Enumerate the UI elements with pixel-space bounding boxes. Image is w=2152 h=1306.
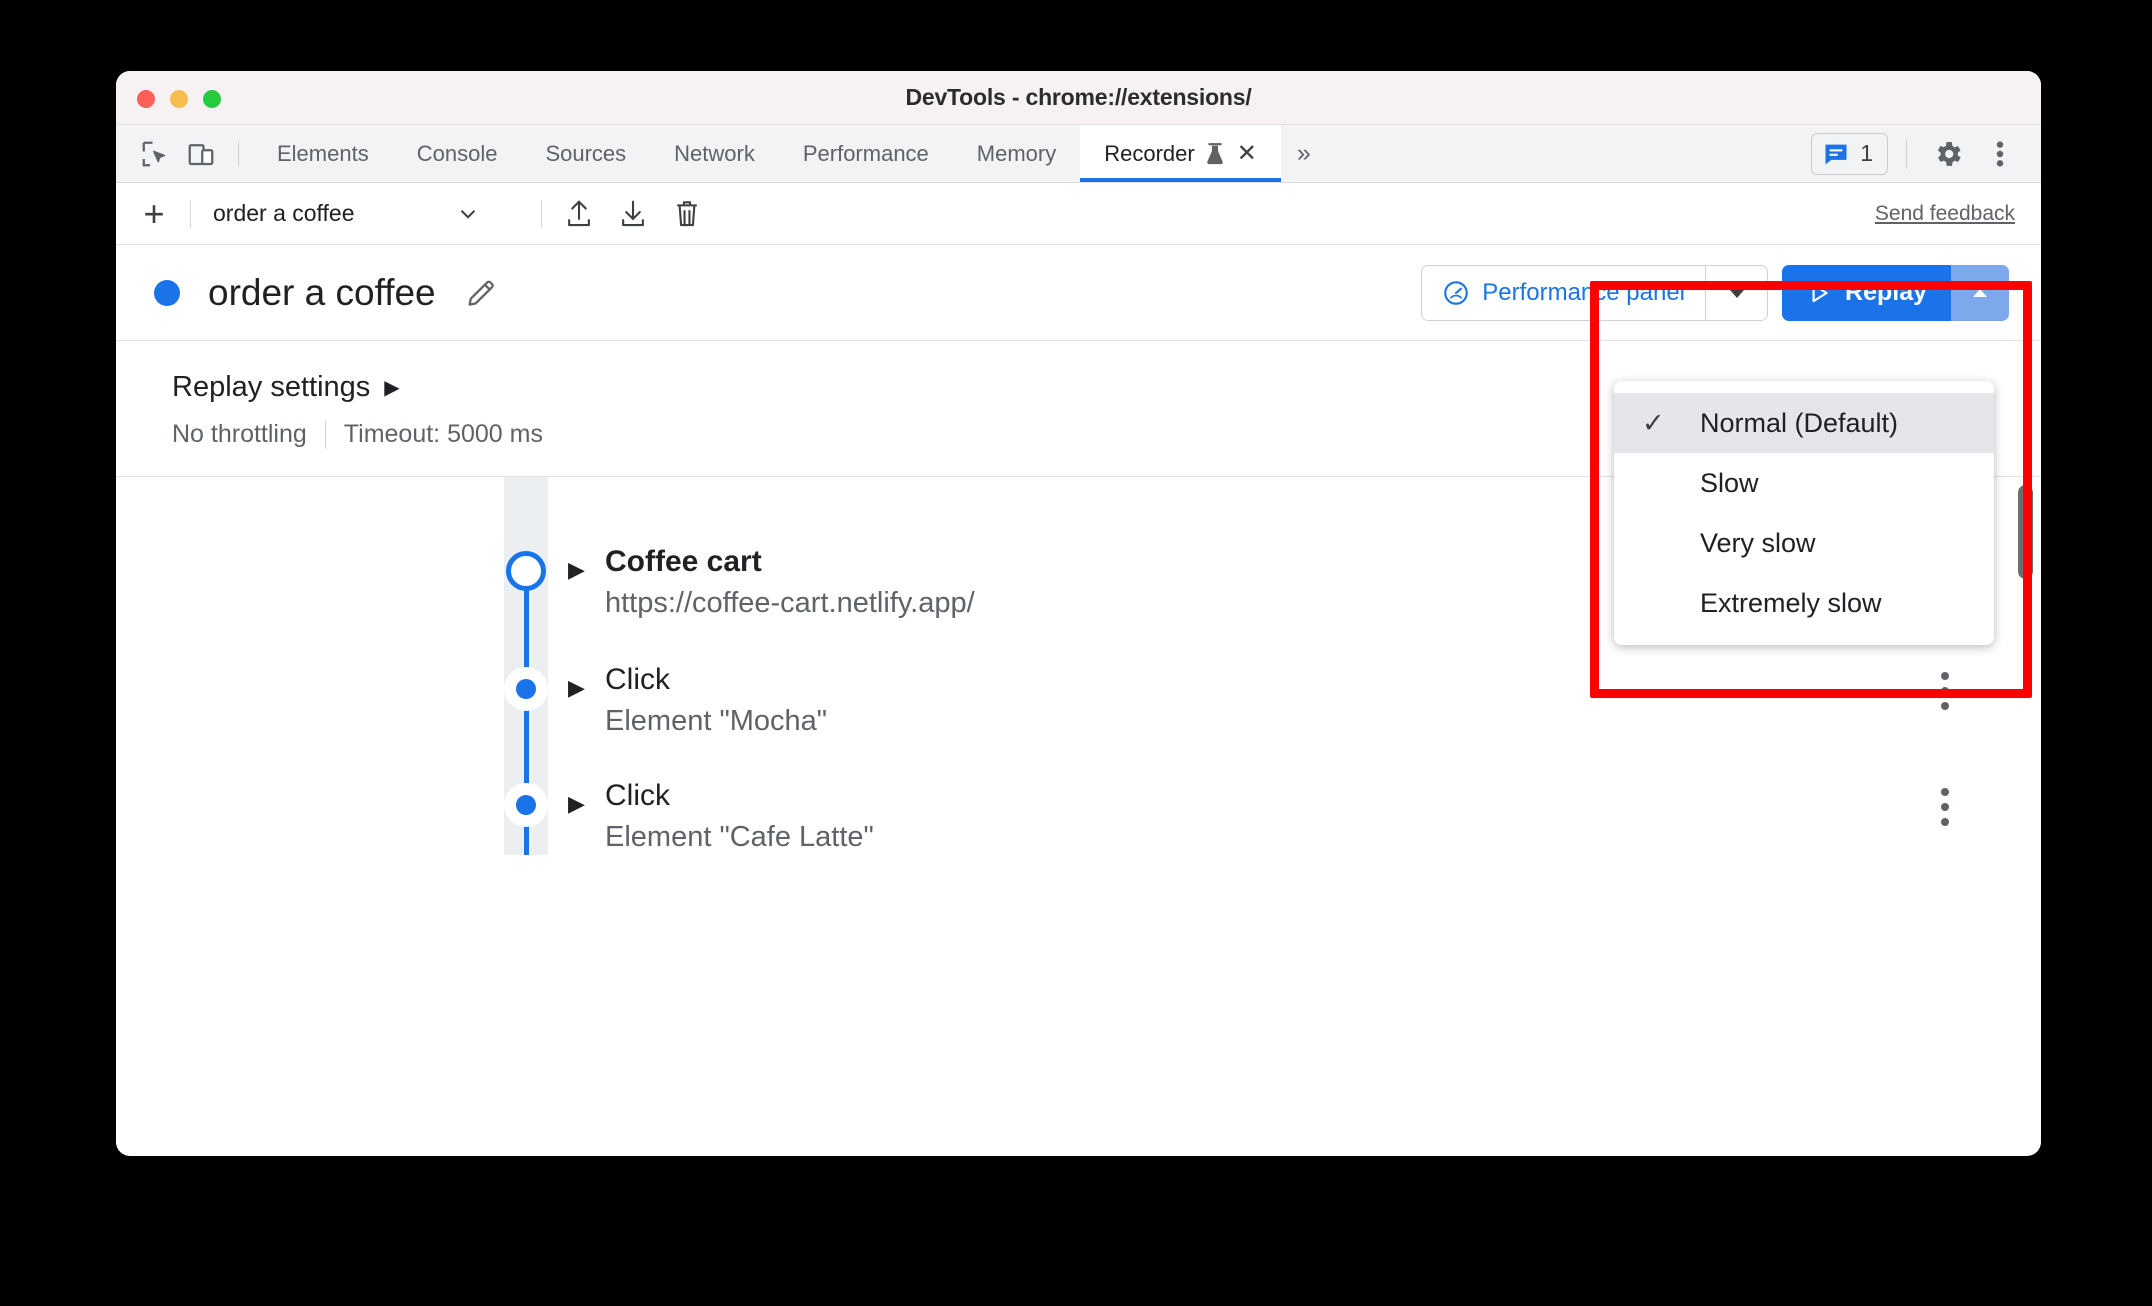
window-title: DevTools - chrome://extensions/ xyxy=(905,84,1252,110)
step-subtitle: Element "Mocha" xyxy=(605,705,828,737)
replay-speed-menu: ✓ Normal (Default) Slow Very slow Extrem… xyxy=(1614,381,1994,645)
gear-icon[interactable] xyxy=(1925,131,1971,177)
step-content: Click Element "Mocha" xyxy=(605,663,827,738)
step-marker-dot xyxy=(504,783,548,827)
tab-label: Recorder xyxy=(1104,140,1195,166)
trash-icon[interactable] xyxy=(660,190,714,238)
performance-panel-group: Performance panel xyxy=(1421,264,1769,321)
tab-console[interactable]: Console xyxy=(393,125,522,182)
step-subtitle: https://coffee-cart.netlify.app/ xyxy=(605,587,975,619)
tab-memory[interactable]: Memory xyxy=(953,125,1080,182)
pencil-icon[interactable] xyxy=(458,270,504,316)
tabbar-right-divider xyxy=(1906,138,1907,169)
performance-panel-button[interactable]: Performance panel xyxy=(1422,266,1705,320)
page-title: order a coffee xyxy=(208,271,436,313)
toolbar-divider xyxy=(541,199,542,228)
status-badge xyxy=(154,279,180,306)
recording-selector-label: order a coffee xyxy=(213,200,355,226)
devtools-tabbar: Elements Console Sources Network Perform… xyxy=(116,125,2041,183)
tab-label: Memory xyxy=(976,140,1057,166)
message-icon xyxy=(1822,140,1850,168)
check-icon: ✓ xyxy=(1642,407,1665,438)
speed-menu-item-label: Slow xyxy=(1700,467,1759,498)
header-actions: Performance panel Replay xyxy=(1421,264,2009,321)
step-content: Click Element "Cafe Latte" xyxy=(605,779,874,854)
recorder-toolbar: + order a coffee Send feedback xyxy=(116,183,2041,245)
replay-speed-dropdown-button[interactable] xyxy=(1951,264,2009,321)
step-marker-start xyxy=(504,549,548,593)
tab-network[interactable]: Network xyxy=(650,125,779,182)
speed-menu-item-label: Normal (Default) xyxy=(1700,407,1899,438)
step-expand-caret[interactable]: ▶ xyxy=(568,791,585,817)
replay-label: Replay xyxy=(1845,278,1927,306)
tab-elements[interactable]: Elements xyxy=(253,125,393,182)
add-recording-button[interactable]: + xyxy=(128,191,180,237)
toolbar-divider xyxy=(190,199,191,228)
device-toolbar-icon[interactable] xyxy=(178,131,224,177)
close-icon[interactable]: ✕ xyxy=(1237,141,1257,166)
play-triangle-icon xyxy=(1806,280,1832,306)
summary-divider xyxy=(324,420,326,449)
performance-panel-dropdown-button[interactable] xyxy=(1705,265,1767,320)
toolbar-divider xyxy=(238,140,239,167)
tab-recorder[interactable]: Recorder ✕ xyxy=(1080,125,1281,182)
performance-panel-label: Performance panel xyxy=(1482,278,1686,306)
window-titlebar: DevTools - chrome://extensions/ xyxy=(116,71,2041,125)
recording-selector[interactable]: order a coffee xyxy=(201,200,531,227)
step-content: Coffee cart https://coffee-cart.netlify.… xyxy=(605,545,975,620)
screenshot-root: DevTools - chrome://extensions/ Elements… xyxy=(0,0,2152,1306)
chevron-up-icon xyxy=(1968,281,1992,305)
tabbar-right-actions: 1 xyxy=(1811,131,2041,177)
replay-button[interactable]: Replay xyxy=(1782,264,1951,321)
inspect-element-icon[interactable] xyxy=(132,131,178,177)
speed-menu-item-very-slow[interactable]: Very slow xyxy=(1614,513,1994,573)
step-expand-caret[interactable]: ▶ xyxy=(568,675,585,701)
tab-label: Network xyxy=(674,140,755,166)
replay-settings-label: Replay settings xyxy=(172,371,371,403)
step-menu-icon[interactable] xyxy=(1925,669,1965,713)
step-expand-caret[interactable]: ▶ xyxy=(568,557,585,583)
step-title: Click xyxy=(605,663,670,696)
speedometer-icon xyxy=(1442,279,1470,307)
tab-label: Elements xyxy=(277,140,369,166)
tab-label: Performance xyxy=(802,140,929,166)
speed-menu-item-extremely-slow[interactable]: Extremely slow xyxy=(1614,573,1994,633)
steps-scrollbar[interactable] xyxy=(2018,485,2033,579)
throttling-value: No throttling xyxy=(172,420,307,448)
tab-performance[interactable]: Performance xyxy=(779,125,953,182)
timeout-value: Timeout: 5000 ms xyxy=(343,420,543,448)
tab-label: Sources xyxy=(545,140,627,166)
speed-menu-item-slow[interactable]: Slow xyxy=(1614,453,1994,513)
step-marker-dot xyxy=(504,667,548,711)
speed-menu-item-label: Extremely slow xyxy=(1700,587,1882,618)
panel-tabs: Elements Console Sources Network Perform… xyxy=(253,125,1281,182)
step-menu-icon[interactable] xyxy=(1925,785,1965,829)
speed-menu-item-label: Very slow xyxy=(1700,527,1816,558)
step-subtitle: Element "Cafe Latte" xyxy=(605,821,874,853)
step-title: Click xyxy=(605,779,670,812)
tab-sources[interactable]: Sources xyxy=(521,125,650,182)
chevron-right-icon: ▶ xyxy=(384,377,400,399)
step-row-2[interactable]: ▶ Click Element "Cafe Latte" xyxy=(116,771,2041,855)
export-icon[interactable] xyxy=(606,190,660,238)
chevron-down-icon xyxy=(1725,281,1749,305)
recording-header: order a coffee Performance panel Replay xyxy=(116,245,2041,341)
step-title: Coffee cart xyxy=(605,545,762,578)
tab-label: Console xyxy=(416,140,498,166)
more-tabs-icon[interactable]: » xyxy=(1281,139,1323,168)
speed-menu-item-normal[interactable]: ✓ Normal (Default) xyxy=(1614,393,1994,453)
kebab-menu-icon[interactable] xyxy=(1977,131,2023,177)
chevron-down-icon xyxy=(455,201,481,227)
experiment-flask-icon xyxy=(1205,142,1225,166)
message-count: 1 xyxy=(1860,140,1873,166)
messages-button[interactable]: 1 xyxy=(1811,132,1888,175)
import-icon[interactable] xyxy=(552,190,606,238)
replay-group: Replay xyxy=(1782,264,2009,321)
send-feedback-link[interactable]: Send feedback xyxy=(1875,202,2015,226)
